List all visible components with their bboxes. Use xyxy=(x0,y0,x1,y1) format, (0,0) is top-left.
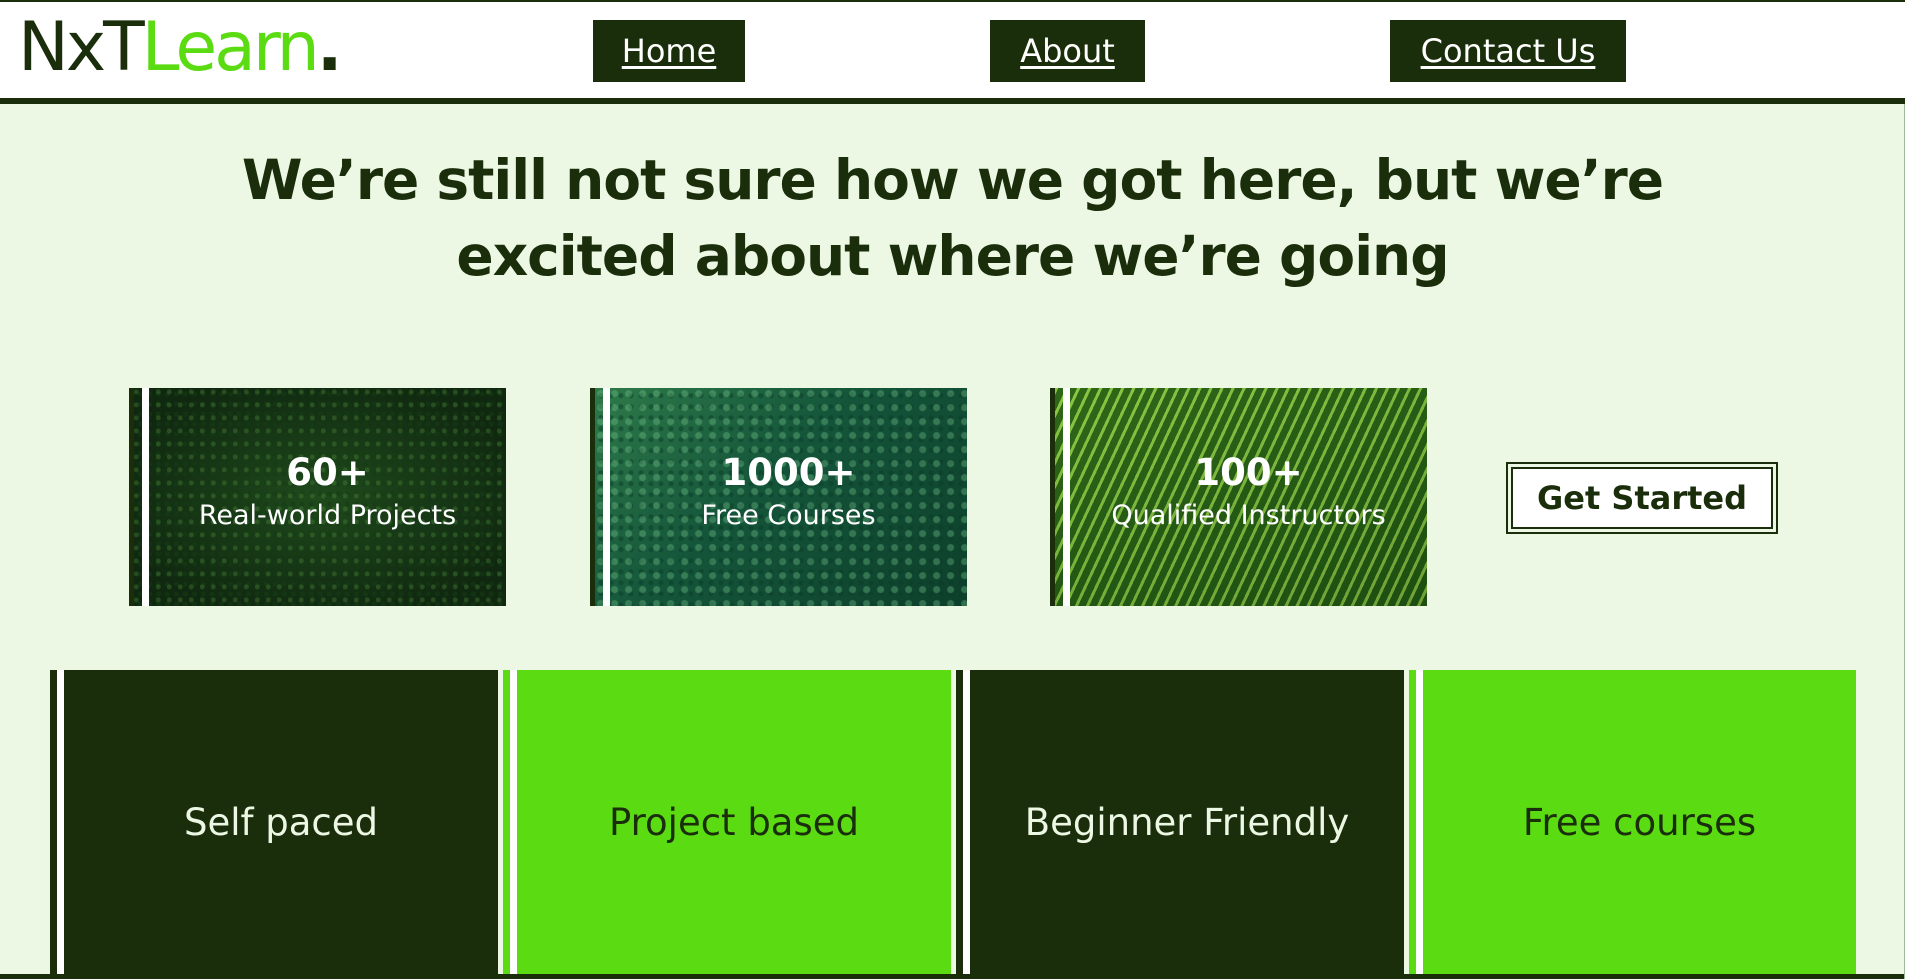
hero-heading: We’re still not sure how we got here, bu… xyxy=(241,148,1664,288)
bottom-divider xyxy=(0,974,1905,979)
stat-label: Free Courses xyxy=(701,500,876,531)
nav-home-link[interactable]: Home xyxy=(593,20,745,82)
feature-stripe xyxy=(1409,670,1416,974)
stat-card-projects: 60+ Real-world Projects xyxy=(129,388,506,606)
logo-nxt: NxT xyxy=(18,8,145,87)
feature-tile-project-based: Project based xyxy=(510,670,951,974)
feature-tile-self-paced: Self paced xyxy=(57,670,498,974)
stat-value: 1000+ xyxy=(721,451,856,494)
logo[interactable]: NxTLearn. xyxy=(18,8,343,88)
stat-card-text: 100+ Qualified Instructors xyxy=(1070,450,1427,536)
nav-about-link[interactable]: About xyxy=(990,20,1145,82)
page: NxTLearn. Home About Contact Us We’re st… xyxy=(0,0,1905,979)
stat-card-courses: 1000+ Free Courses xyxy=(590,388,967,606)
feature-label: Self paced xyxy=(183,800,379,844)
stat-card-text: 1000+ Free Courses xyxy=(610,450,967,536)
feature-stripe xyxy=(503,670,510,974)
get-started-button[interactable]: Get Started xyxy=(1506,462,1778,534)
feature-label: Free courses xyxy=(1522,800,1757,844)
feature-stripe xyxy=(956,670,963,974)
logo-learn: Learn xyxy=(141,8,320,87)
header-divider xyxy=(0,98,1905,104)
feature-label: Project based xyxy=(608,800,860,844)
stat-value: 60+ xyxy=(286,451,369,494)
nav-contact-link[interactable]: Contact Us xyxy=(1390,20,1626,82)
stat-value: 100+ xyxy=(1194,451,1303,494)
site-header: NxTLearn. Home About Contact Us xyxy=(0,0,1905,98)
logo-dot: . xyxy=(316,8,343,87)
stat-card-text: 60+ Real-world Projects xyxy=(149,450,506,536)
feature-label: Beginner Friendly xyxy=(1024,800,1350,844)
feature-tile-free-courses: Free courses xyxy=(1416,670,1856,974)
stat-label: Qualified Instructors xyxy=(1111,500,1386,531)
get-started-label: Get Started xyxy=(1511,467,1773,529)
feature-stripe xyxy=(50,670,57,974)
stat-card-instructors: 100+ Qualified Instructors xyxy=(1050,388,1427,606)
feature-tile-beginner-friendly: Beginner Friendly xyxy=(963,670,1404,974)
stat-label: Real-world Projects xyxy=(198,500,457,531)
